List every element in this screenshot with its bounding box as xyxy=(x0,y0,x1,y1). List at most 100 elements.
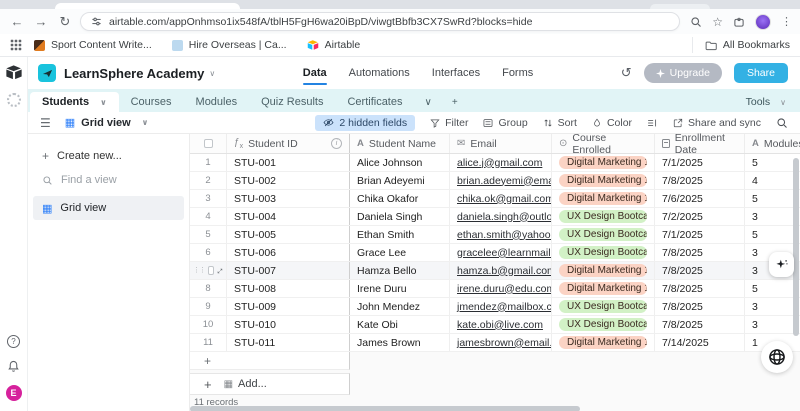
tab-forms[interactable]: Forms xyxy=(502,58,533,88)
views-menu-icon[interactable]: ☰ xyxy=(40,116,51,130)
row-number-cell[interactable]: 9 ⋮⋮ xyxy=(190,298,227,315)
bookmark-item[interactable]: Sport Content Write... xyxy=(26,37,160,53)
upgrade-button[interactable]: Upgrade xyxy=(644,63,722,83)
create-new-button[interactable]: + Create new... xyxy=(28,144,189,168)
cell-course-enrolled[interactable]: UX Design Bootcamp xyxy=(552,298,655,315)
email-link[interactable]: irene.duru@edu.com xyxy=(457,283,552,295)
find-view-input[interactable]: Find a view xyxy=(28,168,189,192)
cell-student-id[interactable]: STU-004 xyxy=(227,208,350,225)
table-tab-certificates[interactable]: Certificates xyxy=(335,92,414,112)
table-row[interactable]: 3 ⋮⋮ STU-003 Chika Okafor chika.ok@gmail… xyxy=(190,190,800,208)
color-button[interactable]: Color xyxy=(592,117,632,129)
cell-course-enrolled[interactable]: UX Design Bootcamp xyxy=(552,244,655,261)
search-icon[interactable] xyxy=(776,117,788,129)
all-bookmarks-button[interactable]: All Bookmarks xyxy=(692,37,790,53)
notifications-bell-icon[interactable] xyxy=(7,360,20,373)
base-name[interactable]: LearnSphere Academy xyxy=(64,66,204,81)
bookmark-item[interactable]: Hire Overseas | Ca... xyxy=(164,37,295,53)
table-row[interactable]: 11 ⋮⋮ STU-011 James Brown jamesbrown@ema… xyxy=(190,334,800,352)
tab-interfaces[interactable]: Interfaces xyxy=(432,58,480,88)
cell-student-name[interactable]: Hamza Bello xyxy=(350,262,450,279)
email-link[interactable]: daniela.singh@outlook.com xyxy=(457,211,552,223)
email-link[interactable]: hamza.b@gmail.com xyxy=(457,265,552,277)
cell-modules[interactable]: 3 xyxy=(745,316,800,333)
row-checkbox[interactable] xyxy=(208,266,214,275)
cell-enrollment-date[interactable]: 7/1/2025 xyxy=(655,154,745,171)
cell-course-enrolled[interactable]: UX Design Bootcamp xyxy=(552,316,655,333)
cell-enrollment-date[interactable]: 7/8/2025 xyxy=(655,262,745,279)
column-header-student-id[interactable]: ƒx Student ID i xyxy=(227,134,350,153)
cell-enrollment-date[interactable]: 7/8/2025 xyxy=(655,316,745,333)
apps-grid-icon[interactable] xyxy=(10,39,22,51)
cell-enrollment-date[interactable]: 7/2/2025 xyxy=(655,208,745,225)
table-tab-modules[interactable]: Modules xyxy=(184,92,250,112)
row-number-cell[interactable]: 11 ⋮⋮ xyxy=(190,334,227,351)
cell-student-id[interactable]: STU-007 xyxy=(227,262,350,279)
cell-modules[interactable]: 5 xyxy=(745,154,800,171)
forward-button[interactable]: → xyxy=(32,14,50,29)
sort-button[interactable]: Sort xyxy=(543,117,577,129)
table-row[interactable]: 7 ⋮⋮ STU-007 Hamza Bello hamza.b@gmail.c… xyxy=(190,262,800,280)
add-record-row[interactable]: + xyxy=(190,352,350,370)
cell-student-id[interactable]: STU-003 xyxy=(227,190,350,207)
ai-sparkle-button[interactable] xyxy=(769,252,794,277)
cell-enrollment-date[interactable]: 7/8/2025 xyxy=(655,172,745,189)
row-number-cell[interactable]: 1 ⋮⋮ xyxy=(190,154,227,171)
vertical-scrollbar[interactable] xyxy=(793,158,799,336)
email-link[interactable]: jamesbrown@email.com xyxy=(457,337,552,349)
cell-modules[interactable]: 3 xyxy=(745,208,800,225)
cell-student-id[interactable]: STU-008 xyxy=(227,280,350,297)
cell-student-id[interactable]: STU-001 xyxy=(227,154,350,171)
airtable-home-icon[interactable] xyxy=(5,65,23,81)
cell-student-name[interactable]: James Brown xyxy=(350,334,450,351)
cell-course-enrolled[interactable]: Digital Marketing 101 xyxy=(552,172,655,189)
omni-assistant-button[interactable] xyxy=(761,341,793,373)
row-height-button[interactable] xyxy=(647,118,658,128)
bookmark-item[interactable]: Airtable xyxy=(299,37,369,53)
address-bar[interactable]: airtable.com/appOnhmso1ix548fA/tblH5FgH6… xyxy=(80,12,680,31)
row-number-cell[interactable]: 10 ⋮⋮ xyxy=(190,316,227,333)
add-from-template-button[interactable]: ▦ Add... xyxy=(224,378,267,390)
expand-record-icon[interactable] xyxy=(217,266,223,276)
browser-profile-avatar[interactable] xyxy=(755,14,771,30)
email-link[interactable]: gracelee@learnmail.com xyxy=(457,247,552,259)
cell-student-name[interactable]: Ethan Smith xyxy=(350,226,450,243)
share-sync-button[interactable]: Share and sync xyxy=(673,117,761,129)
reload-button[interactable]: ↻ xyxy=(56,14,74,30)
add-record-button[interactable]: + xyxy=(204,377,212,392)
table-row[interactable]: 10 ⋮⋮ STU-010 Kate Obi kate.obi@live.com… xyxy=(190,316,800,334)
cell-email[interactable]: daniela.singh@outlook.com xyxy=(450,208,552,225)
cell-modules[interactable]: 5 xyxy=(745,190,800,207)
cell-student-name[interactable]: Alice Johnson xyxy=(350,154,450,171)
cell-student-name[interactable]: Chika Okafor xyxy=(350,190,450,207)
cell-modules[interactable]: 5 xyxy=(745,226,800,243)
cell-email[interactable]: irene.duru@edu.com xyxy=(450,280,552,297)
table-chevron-icon[interactable]: ∨ xyxy=(100,98,107,107)
table-row[interactable]: 8 ⋮⋮ STU-008 Irene Duru irene.duru@edu.c… xyxy=(190,280,800,298)
help-icon[interactable]: ? xyxy=(7,335,20,348)
cell-enrollment-date[interactable]: 7/6/2025 xyxy=(655,190,745,207)
row-number-cell[interactable]: 3 ⋮⋮ xyxy=(190,190,227,207)
cell-student-id[interactable]: STU-010 xyxy=(227,316,350,333)
cell-email[interactable]: alice.j@gmail.com xyxy=(450,154,552,171)
cell-course-enrolled[interactable]: UX Design Bootcamp xyxy=(552,226,655,243)
horizontal-scrollbar[interactable] xyxy=(190,406,580,411)
cell-enrollment-date[interactable]: 7/1/2025 xyxy=(655,226,745,243)
row-number-cell[interactable]: 5 ⋮⋮ xyxy=(190,226,227,243)
cell-enrollment-date[interactable]: 7/8/2025 xyxy=(655,280,745,297)
cell-student-name[interactable]: Daniela Singh xyxy=(350,208,450,225)
cell-student-id[interactable]: STU-002 xyxy=(227,172,350,189)
add-table-icon[interactable]: + xyxy=(442,93,468,112)
cell-modules[interactable]: 4 xyxy=(745,172,800,189)
email-link[interactable]: jmendez@mailbox.com xyxy=(457,301,552,313)
column-header-date[interactable]: Enrollment Date xyxy=(655,134,745,153)
cell-course-enrolled[interactable]: UX Design Bootcamp xyxy=(552,208,655,225)
email-link[interactable]: alice.j@gmail.com xyxy=(457,157,542,169)
cell-student-id[interactable]: STU-005 xyxy=(227,226,350,243)
base-logo-icon[interactable] xyxy=(38,64,56,82)
cell-student-name[interactable]: Irene Duru xyxy=(350,280,450,297)
table-tab-quiz-results[interactable]: Quiz Results xyxy=(249,92,335,112)
table-row[interactable]: 6 ⋮⋮ STU-006 Grace Lee gracelee@learnmai… xyxy=(190,244,800,262)
cell-email[interactable]: ethan.smith@yahoo.com xyxy=(450,226,552,243)
column-header-email[interactable]: ✉ Email xyxy=(450,134,552,153)
